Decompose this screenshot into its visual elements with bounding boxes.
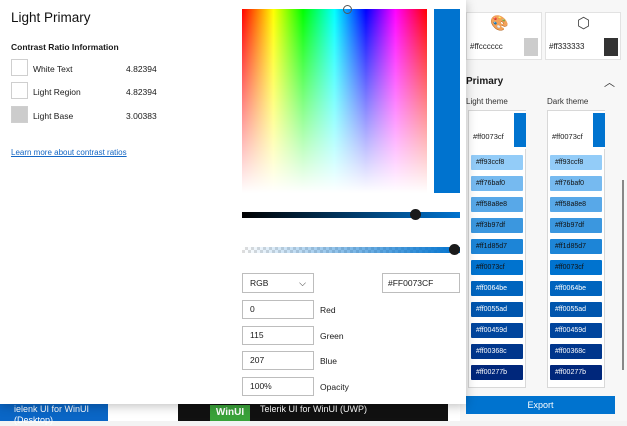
light-chip[interactable]: #ff93ccf8 bbox=[471, 155, 523, 170]
light-chip[interactable]: #ff00459d bbox=[471, 323, 523, 338]
dark-chip[interactable]: #ff76baf0 bbox=[550, 176, 602, 191]
light-theme-label: Light theme bbox=[466, 97, 508, 106]
light-base-bar bbox=[514, 113, 526, 147]
light-chip[interactable]: #ff0064be bbox=[471, 281, 523, 296]
color-preview bbox=[434, 9, 460, 193]
dark-theme-column: #ff0073cf #ff93ccf8 #ff76baf0 #ff58a8e8 #ff… bbox=[547, 110, 605, 388]
cube-icon: ⬡ bbox=[577, 15, 591, 32]
palette-icon: 🎨 bbox=[490, 15, 509, 32]
chevron-up-icon[interactable]: ︿ bbox=[604, 74, 615, 90]
opacity-slider[interactable] bbox=[242, 247, 460, 253]
chevron-down-icon: ⌵ bbox=[299, 278, 306, 288]
blue-input[interactable]: 207 bbox=[242, 351, 314, 370]
dark-base-bar bbox=[593, 113, 605, 147]
product-tile-uwp-text: Telerik UI for WinUI (UWP) bbox=[260, 404, 368, 414]
light-base-swatch[interactable]: #ff0073cf bbox=[469, 111, 526, 149]
light-chip[interactable]: #ff1d85d7 bbox=[471, 239, 523, 254]
color-picker-flyout: Light Primary Contrast Ratio Information… bbox=[0, 0, 466, 404]
swatch-hex-dark: #ff333333 bbox=[549, 42, 585, 51]
light-chip[interactable]: #ff00277b bbox=[471, 365, 523, 380]
dark-chip[interactable]: #ff0073cf bbox=[550, 260, 602, 275]
flyout-title: Light Primary bbox=[11, 10, 91, 25]
dark-chip[interactable]: #ff3b97df bbox=[550, 218, 602, 233]
light-chip[interactable]: #ff58a8e8 bbox=[471, 197, 523, 212]
contrast-header: Contrast Ratio Information bbox=[11, 42, 119, 52]
dark-chip[interactable]: #ff58a8e8 bbox=[550, 197, 602, 212]
export-button[interactable]: Export bbox=[466, 396, 615, 414]
swatch-color-dark bbox=[604, 38, 618, 56]
color-mode-dropdown[interactable]: RGB ⌵ bbox=[242, 273, 314, 293]
light-base-hex: #ff0073cf bbox=[473, 132, 504, 141]
opacity-label: Opacity bbox=[320, 382, 349, 392]
contrast-value-light-region: 4.82394 bbox=[126, 87, 157, 97]
red-label: Red bbox=[320, 305, 336, 315]
opacity-input[interactable]: 100% bbox=[242, 377, 314, 396]
value-slider-thumb[interactable] bbox=[410, 209, 421, 220]
light-chip[interactable]: #ff0055ad bbox=[471, 302, 523, 317]
blue-label: Blue bbox=[320, 356, 338, 366]
contrast-swatch-light-region bbox=[11, 82, 28, 99]
dark-chip[interactable]: #ff93ccf8 bbox=[550, 155, 602, 170]
dark-chip[interactable]: #ff0055ad bbox=[550, 302, 602, 317]
dark-base-hex: #ff0073cf bbox=[552, 132, 583, 141]
color-mode-value: RGB bbox=[250, 278, 269, 288]
contrast-value-white-text: 4.82394 bbox=[126, 64, 157, 74]
green-label: Green bbox=[320, 331, 344, 341]
light-chip[interactable]: #ff3b97df bbox=[471, 218, 523, 233]
contrast-swatch-white-text bbox=[11, 59, 28, 76]
value-slider[interactable] bbox=[242, 212, 460, 218]
contrast-label-light-base: Light Base bbox=[33, 111, 74, 121]
dark-chip[interactable]: #ff00459d bbox=[550, 323, 602, 338]
spectrum-thumb[interactable] bbox=[343, 5, 352, 14]
learn-more-link[interactable]: Learn more about contrast ratios bbox=[11, 148, 127, 157]
light-theme-column: #ff0073cf #ff93ccf8 #ff76baf0 #ff58a8e8 #ff… bbox=[468, 110, 526, 388]
contrast-label-white-text: White Text bbox=[33, 64, 73, 74]
light-chip[interactable]: #ff00368c bbox=[471, 344, 523, 359]
dark-chip[interactable]: #ff00277b bbox=[550, 365, 602, 380]
swatch-hex-light: #ffcccccc bbox=[470, 42, 503, 51]
color-spectrum[interactable] bbox=[242, 9, 427, 193]
light-chip[interactable]: #ff76baf0 bbox=[471, 176, 523, 191]
dark-chip[interactable]: #ff0064be bbox=[550, 281, 602, 296]
winui-logo: WinUI bbox=[210, 405, 250, 421]
red-input[interactable]: 0 bbox=[242, 300, 314, 319]
green-input[interactable]: 115 bbox=[242, 326, 314, 345]
hex-input[interactable]: #FF0073CF bbox=[382, 273, 460, 293]
product-tile-desktop-text: ielenk UI for WinUI (Desktop) bbox=[14, 404, 90, 425]
dark-theme-label: Dark theme bbox=[547, 97, 589, 106]
contrast-label-light-region: Light Region bbox=[33, 87, 81, 97]
dark-chip[interactable]: #ff1d85d7 bbox=[550, 239, 602, 254]
opacity-slider-thumb[interactable] bbox=[449, 244, 460, 255]
panel-scrollbar[interactable] bbox=[622, 180, 624, 370]
dark-chip[interactable]: #ff00368c bbox=[550, 344, 602, 359]
contrast-swatch-light-base bbox=[11, 106, 28, 123]
contrast-value-light-base: 3.00383 bbox=[126, 111, 157, 121]
primary-section-title: Primary bbox=[466, 76, 504, 87]
dark-base-swatch[interactable]: #ff0073cf bbox=[548, 111, 605, 149]
light-chip[interactable]: #ff0073cf bbox=[471, 260, 523, 275]
swatch-color-light bbox=[524, 38, 538, 56]
product-tile-desktop[interactable]: ielenk UI for WinUI (Desktop) bbox=[0, 404, 108, 425]
